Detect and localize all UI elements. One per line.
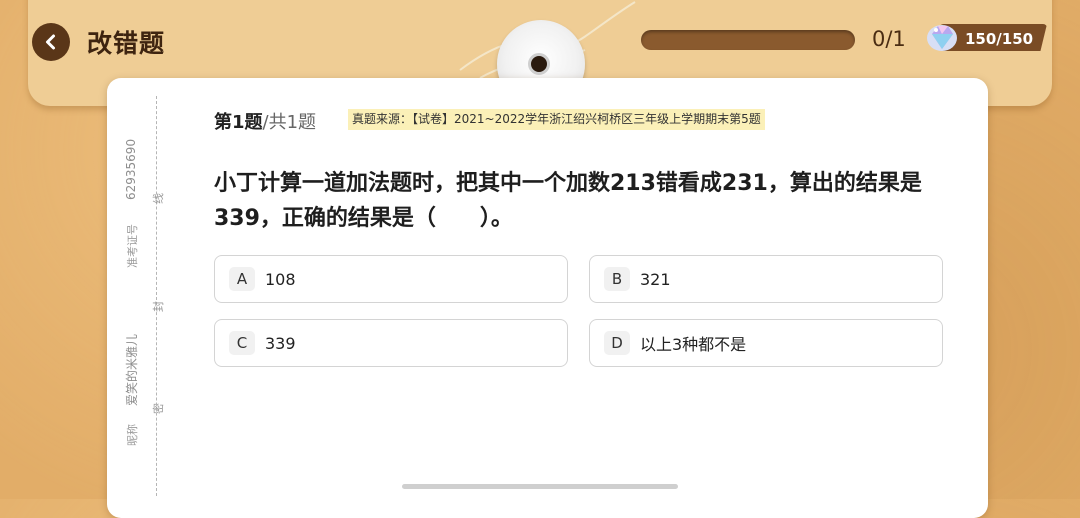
home-indicator[interactable]: [402, 484, 678, 489]
option-letter: A: [229, 267, 255, 291]
back-arrow-icon: [46, 34, 55, 50]
option-text: 339: [265, 333, 296, 353]
option-b[interactable]: B 321: [589, 255, 943, 303]
seal-mark-line: 线: [152, 193, 165, 204]
page-title: 改错题: [87, 29, 166, 58]
nickname-value: 爱笑的米雅儿: [125, 333, 139, 406]
option-letter: B: [604, 267, 630, 291]
gem-count: 150/150: [965, 30, 1034, 48]
option-a[interactable]: A 108: [214, 255, 568, 303]
question-text: 小丁计算一道加法题时，把其中一个加数213错看成231，算出的结果是339，正确…: [214, 171, 922, 231]
option-text: 108: [265, 269, 296, 289]
seal-mark-secret: 密: [152, 403, 165, 414]
option-letter: C: [229, 331, 255, 355]
clip-hole: [528, 53, 550, 75]
option-text: 以上3种都不是: [640, 335, 747, 354]
option-letter: D: [604, 331, 630, 355]
gem-icon: [927, 25, 957, 51]
option-d[interactable]: D 以上3种都不是: [589, 319, 943, 367]
option-text: 321: [640, 269, 671, 289]
nickname-label: 昵称: [126, 424, 139, 446]
question-number: 第1题/共1题: [214, 108, 316, 134]
exam-id-value: 62935690: [124, 138, 138, 200]
seal-line: [156, 96, 157, 496]
exam-id-label: 准考证号: [126, 224, 139, 268]
progress-bar: [641, 30, 855, 50]
question-index: 第1题: [214, 112, 263, 133]
seal-mark-seal: 封: [152, 301, 165, 312]
progress-count: 0/1: [872, 27, 906, 51]
question-total: /共1题: [262, 112, 317, 133]
question-source: 真题来源：【试卷】2021~2022学年浙江绍兴柯桥区三年级上学期期末第5题: [348, 109, 765, 130]
back-button[interactable]: [32, 23, 70, 61]
option-c[interactable]: C 339: [214, 319, 568, 367]
